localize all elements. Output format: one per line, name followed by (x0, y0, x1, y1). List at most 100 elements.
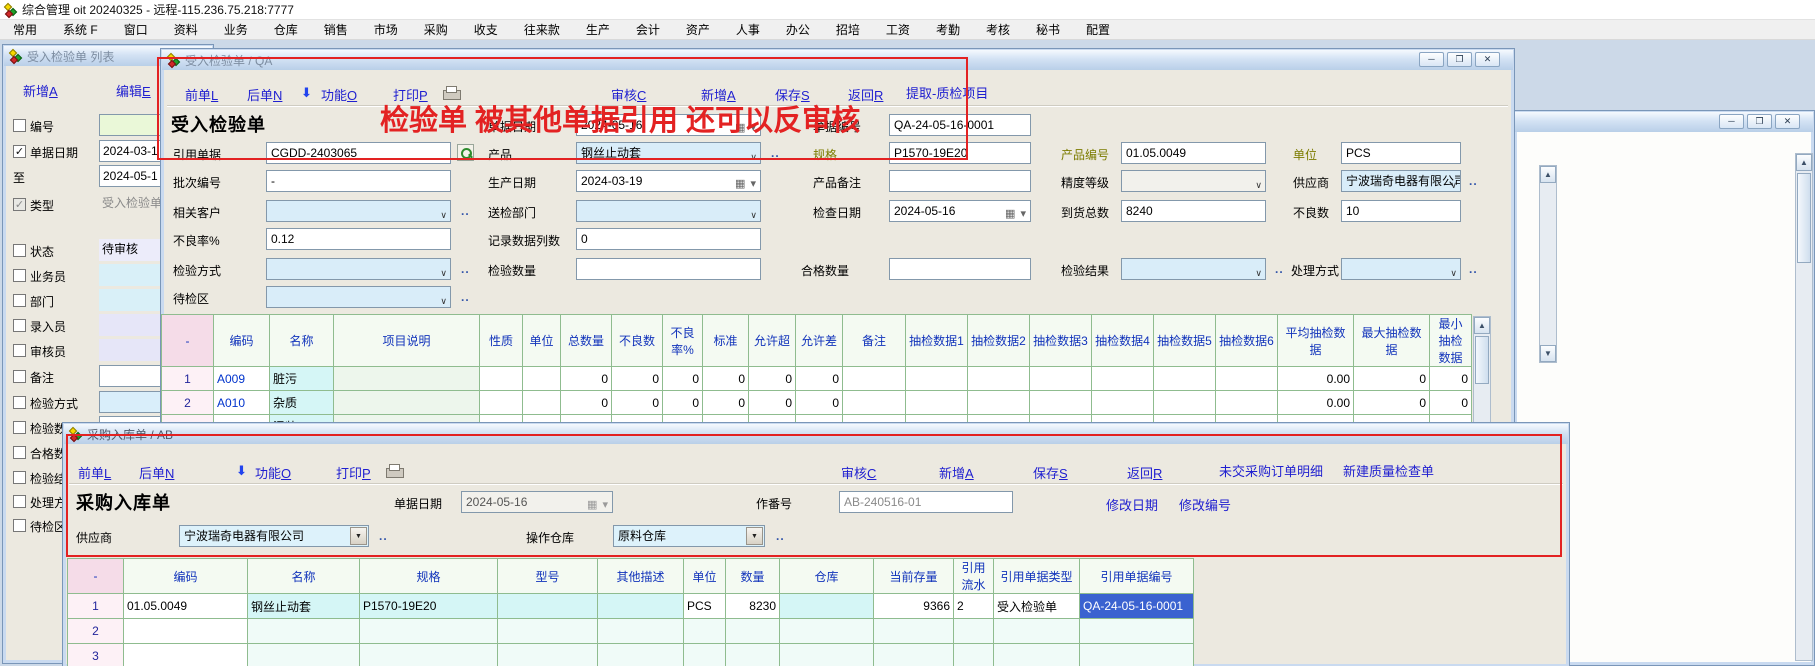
list-edit-button[interactable]: 编辑E (116, 81, 151, 100)
qa-add-button[interactable]: 新增A (701, 85, 736, 104)
table-row[interactable]: 3 (68, 644, 1194, 666)
chevron-down-icon[interactable]: ∨ (1450, 263, 1457, 280)
ab-next-button[interactable]: 后单N (139, 463, 174, 482)
table-cell[interactable]: 0 (749, 367, 796, 391)
chevron-down-icon[interactable]: ∨ (440, 205, 447, 222)
table-cell[interactable] (843, 367, 906, 391)
qa-field-11[interactable]: ∨ (1121, 170, 1266, 192)
table-cell[interactable] (1092, 367, 1154, 391)
column-header[interactable]: 引用单据类型 (994, 559, 1080, 594)
ab-edit-no-link[interactable]: 修改编号 (1179, 495, 1231, 514)
calendar-icon[interactable]: ▦ ▾ (735, 174, 757, 192)
column-header[interactable]: 抽检数据5 (1154, 315, 1216, 367)
column-header[interactable]: 编码 (214, 315, 270, 367)
filter-checkbox-16[interactable] (13, 519, 26, 532)
table-cell[interactable]: 0 (612, 391, 663, 415)
qa-field-3[interactable]: CGDD-2403065 (266, 142, 451, 164)
qa-field-9[interactable]: 2024-03-19▦ ▾ (576, 170, 761, 192)
qa-field-8[interactable]: - (266, 170, 451, 192)
calendar-icon[interactable]: ▦ ▾ (735, 118, 757, 136)
table-cell[interactable] (874, 619, 954, 644)
qa-extract-qc-items-link[interactable]: 提取-质检项目 (906, 83, 988, 102)
minimize-icon[interactable]: ─ (1419, 52, 1444, 67)
column-header[interactable]: - (68, 559, 124, 594)
chevron-down-icon[interactable]: ∨ (750, 147, 757, 164)
qa-prev-button[interactable]: 前单L (185, 85, 218, 104)
table-cell[interactable] (124, 619, 248, 644)
table-cell[interactable]: 8230 (726, 594, 780, 619)
table-cell[interactable] (906, 391, 968, 415)
table-cell[interactable]: 0 (1354, 391, 1430, 415)
filter-checkbox-9[interactable] (13, 344, 26, 357)
ab-function-button[interactable]: 功能O (255, 463, 291, 482)
scroll-up-icon[interactable]: ▲ (1540, 166, 1556, 183)
ab-warehouse-combobox[interactable]: 原料仓库 ▼ (613, 525, 765, 547)
lookup-dots-icon[interactable]: .. (1275, 262, 1284, 276)
column-header[interactable]: 抽检数据4 (1092, 315, 1154, 367)
table-cell[interactable] (968, 391, 1030, 415)
table-cell[interactable] (1080, 644, 1194, 666)
lookup-dots-icon[interactable]: .. (771, 146, 780, 160)
qa-field-5[interactable]: P1570-19E20 (889, 142, 1031, 164)
column-header[interactable]: 总数量 (561, 315, 612, 367)
table-cell[interactable] (726, 619, 780, 644)
ab-add-button[interactable]: 新增A (939, 463, 974, 482)
menu-item-17[interactable]: 招培 (823, 20, 873, 40)
table-cell[interactable] (480, 367, 523, 391)
ab-doc-no-field[interactable]: AB-240516-01 (839, 491, 1013, 513)
qa-audit-button[interactable]: 审核C (611, 85, 646, 104)
table-cell[interactable]: 0 (1354, 367, 1430, 391)
scroll-up-icon[interactable]: ▲ (1796, 154, 1812, 171)
filter-checkbox-4[interactable]: ✓ (13, 198, 26, 211)
ab-back-button[interactable]: 返回R (1127, 463, 1162, 482)
menu-item-19[interactable]: 考勤 (923, 20, 973, 40)
menu-item-18[interactable]: 工资 (873, 20, 923, 40)
qa-field-23[interactable]: ∨ (1121, 258, 1266, 280)
table-cell[interactable] (843, 391, 906, 415)
ab-new-qc-link[interactable]: 新建质量检查单 (1343, 461, 1434, 480)
menu-item-6[interactable]: 仓库 (261, 20, 311, 40)
table-cell[interactable]: 1 (68, 594, 124, 619)
table-cell[interactable]: 0 (1430, 367, 1472, 391)
column-header[interactable]: 仓库 (780, 559, 874, 594)
lookup-dots-icon[interactable]: .. (461, 204, 470, 218)
list-add-button[interactable]: 新增A (23, 81, 58, 100)
qa-field-18[interactable]: 0.12 (266, 228, 451, 250)
menu-item-16[interactable]: 办公 (773, 20, 823, 40)
table-cell[interactable] (780, 644, 874, 666)
column-header[interactable]: 数量 (726, 559, 780, 594)
table-cell[interactable]: 2 (954, 594, 994, 619)
table-row[interactable]: 2A010杂质0000000.0000 (162, 391, 1472, 415)
ab-pending-po-link[interactable]: 未交采购订单明细 (1219, 461, 1323, 480)
filter-checkbox-12[interactable] (13, 421, 26, 434)
menu-item-3[interactable]: 窗口 (111, 20, 161, 40)
filter-checkbox-1[interactable] (13, 119, 26, 132)
table-cell[interactable]: 脏污 (270, 367, 334, 391)
chevron-down-icon[interactable]: ∨ (1255, 175, 1262, 192)
column-header[interactable]: 抽检数据2 (968, 315, 1030, 367)
column-header[interactable]: 性质 (480, 315, 523, 367)
column-header[interactable]: - (162, 315, 214, 367)
ab-doc-date-field[interactable]: 2024-05-16 ▦ ▾ (461, 491, 613, 513)
restore-icon[interactable]: ❐ (1447, 52, 1472, 67)
table-cell[interactable] (248, 619, 360, 644)
table-cell[interactable]: 0.00 (1278, 367, 1354, 391)
table-cell[interactable] (1216, 367, 1278, 391)
qa-field-10[interactable] (889, 170, 1031, 192)
restore-icon[interactable]: ❐ (1747, 114, 1772, 129)
table-cell[interactable] (498, 594, 598, 619)
filter-checkbox-15[interactable] (13, 495, 26, 508)
table-cell[interactable] (1092, 391, 1154, 415)
table-cell[interactable] (1154, 367, 1216, 391)
lookup-dots-icon[interactable]: .. (776, 529, 785, 543)
table-cell[interactable] (334, 367, 480, 391)
chevron-down-icon[interactable]: ∨ (750, 205, 757, 222)
table-row[interactable]: 2 (68, 619, 1194, 644)
window-scrollbar[interactable]: ▲ (1795, 153, 1813, 661)
lookup-dots-icon[interactable]: .. (379, 529, 388, 543)
table-cell[interactable]: QA-24-05-16-0001 (1080, 594, 1194, 619)
inner-scrollbar[interactable]: ▲ ▼ (1539, 165, 1557, 363)
table-cell[interactable]: 01.05.0049 (124, 594, 248, 619)
menu-item-12[interactable]: 生产 (573, 20, 623, 40)
menu-item-9[interactable]: 采购 (411, 20, 461, 40)
